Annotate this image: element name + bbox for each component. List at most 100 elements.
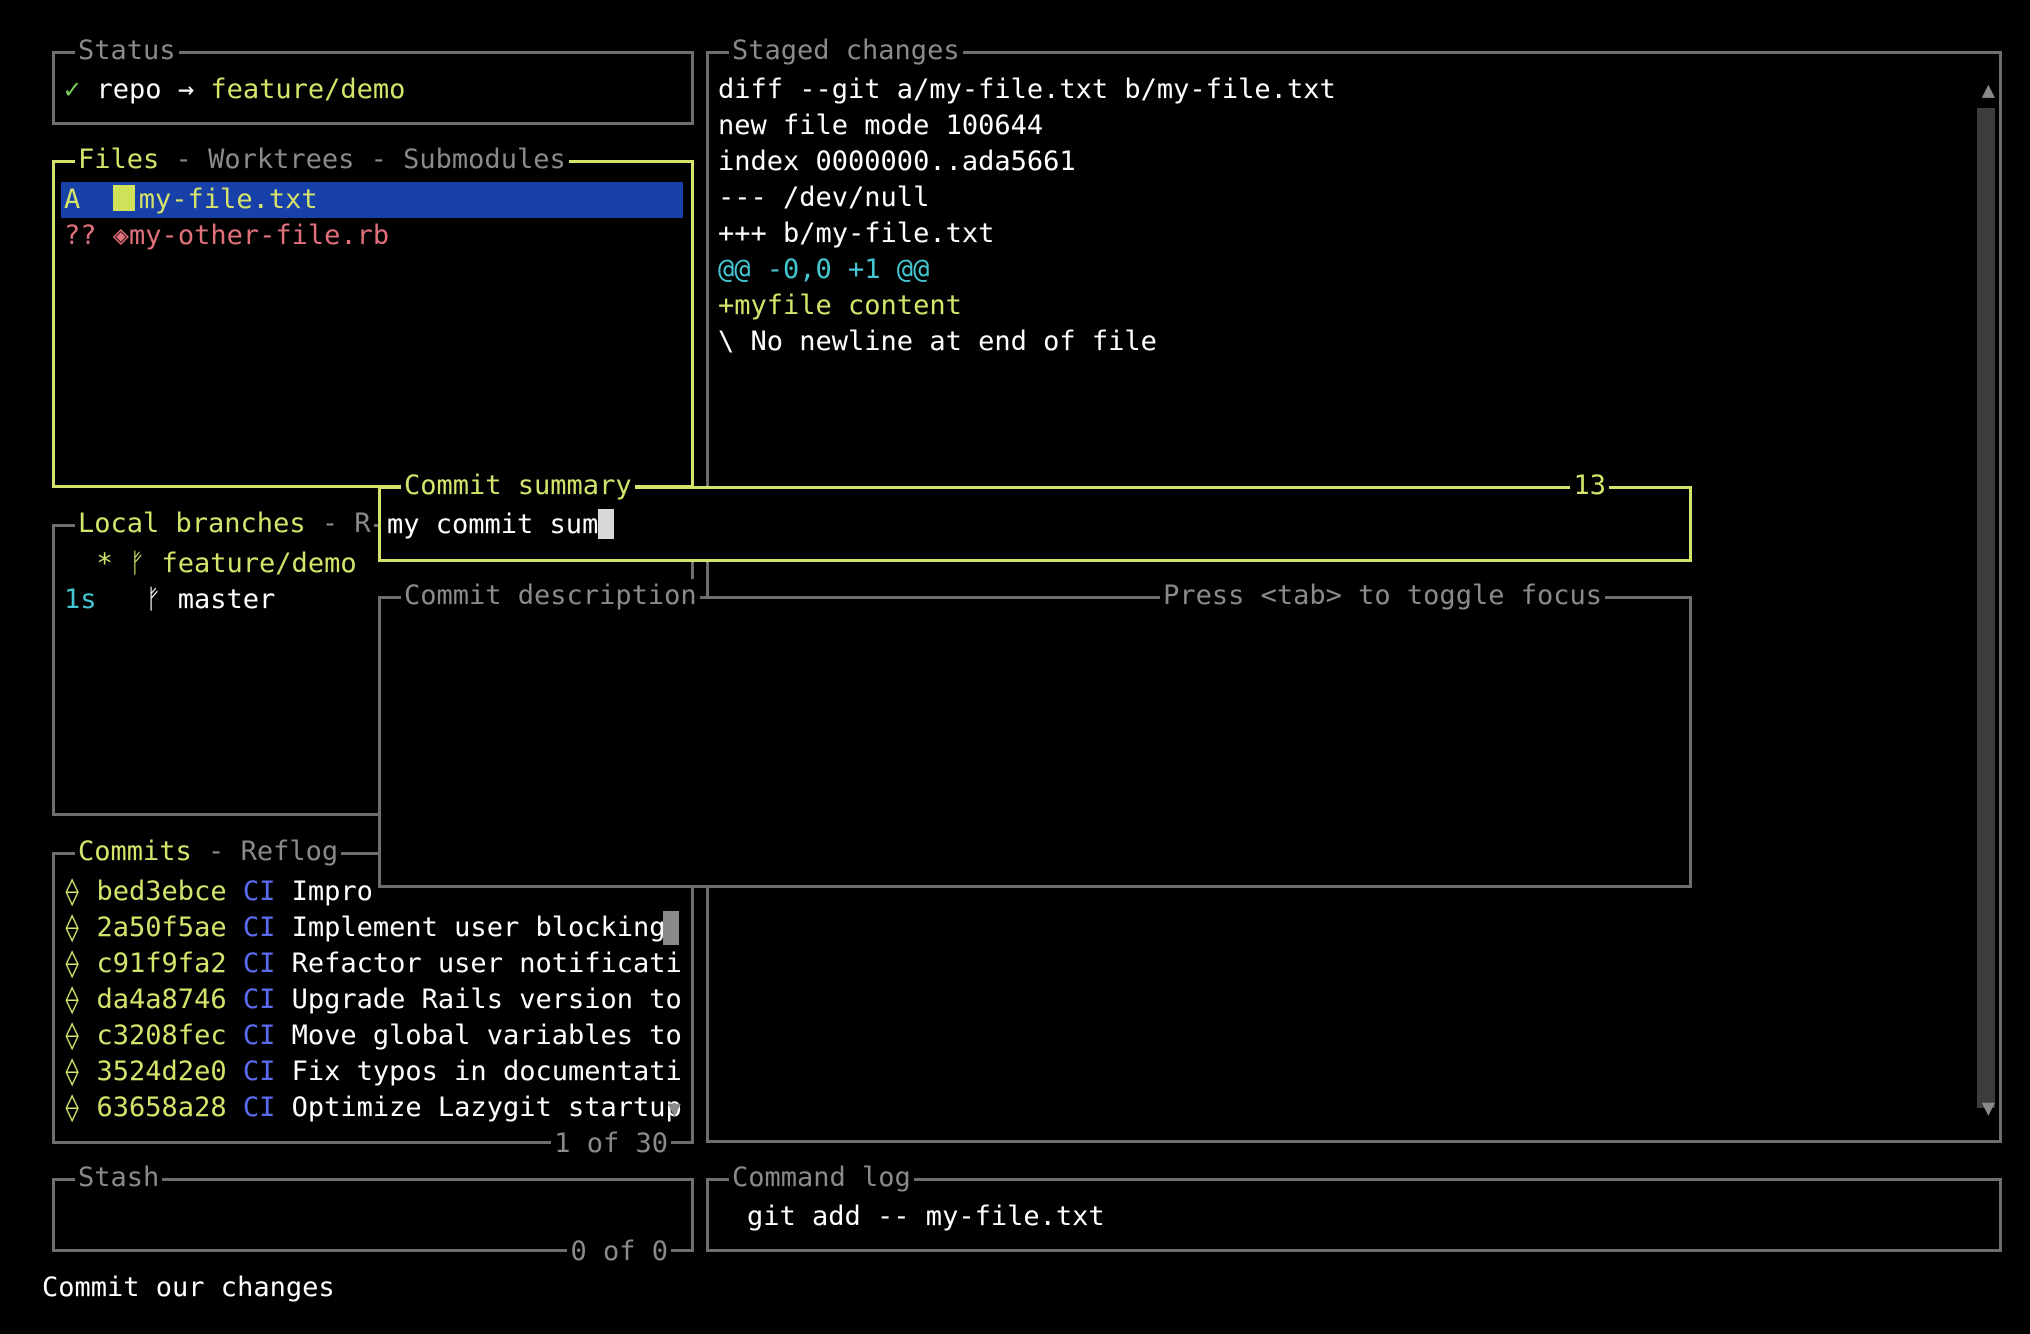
commit-summary-value: my commit sum [387, 509, 599, 540]
check-icon: ✓ [64, 74, 81, 105]
commit-icon: ⟠ [64, 1020, 81, 1051]
branch-item-master[interactable]: 1s ᚠ master [64, 582, 275, 618]
commit-summary-char-count: 13 [1570, 469, 1609, 503]
scroll-down-arrow-icon[interactable]: ▼ [1982, 1098, 1995, 1120]
diff-scrollbar[interactable] [1977, 108, 1995, 1108]
repo-name: repo [96, 74, 162, 105]
commit-hash: 2a50f5ae [96, 912, 227, 943]
commit-tag: CI [242, 948, 276, 979]
branch-item-feature-demo[interactable]: * ᚠ feature/demo [64, 546, 357, 582]
commit-tag: CI [242, 1056, 276, 1087]
diff-line: new file mode 100644 [718, 110, 1044, 141]
tab-commits[interactable]: Commits [78, 836, 192, 867]
commit-row[interactable]: ⟠ bed3ebce CI Impro [64, 874, 373, 910]
commit-icon: ⟠ [64, 1092, 81, 1123]
commit-message: Refactor user notificati [291, 948, 682, 979]
file-name: my-other-file.rb [129, 220, 390, 251]
scroll-down-arrow-icon[interactable]: ▼ [668, 1099, 681, 1121]
commit-tag: CI [242, 1020, 276, 1051]
commit-hash: c3208fec [96, 1020, 227, 1051]
tab-remotes[interactable]: R [354, 508, 370, 539]
commit-row[interactable]: ⟠ c3208fec CI Move global variables to [64, 1018, 682, 1054]
stash-footer: 0 of 0 [567, 1235, 671, 1269]
command-log-panel: Command log git add -- my-file.txt [706, 1161, 2002, 1252]
tab-reflog[interactable]: Reflog [241, 836, 339, 867]
commit-message: Fix typos in documentati [291, 1056, 682, 1087]
scroll-up-arrow-icon[interactable]: ▲ [1982, 80, 1995, 102]
commit-icon: ⟠ [64, 948, 81, 979]
commit-tag: CI [242, 912, 276, 943]
commit-row[interactable]: ⟠ 63658a28 CI Optimize Lazygit startup [64, 1090, 682, 1126]
arrow-icon: → [177, 74, 195, 105]
commit-hash: 63658a28 [96, 1092, 227, 1123]
tab-separator: - [305, 508, 355, 539]
status-line: ✓ repo → feature/demo [64, 72, 405, 108]
tab-separator: - [159, 144, 209, 175]
commit-message: Optimize Lazygit startup [291, 1092, 682, 1123]
commit-tag: CI [242, 1092, 276, 1123]
files-panel-tabs: Files - Worktrees - Submodules [75, 143, 569, 177]
tab-submodules[interactable]: Submodules [403, 144, 566, 175]
status-bar-message: Commit our changes [42, 1272, 335, 1303]
tab-worktrees[interactable]: Worktrees [208, 144, 354, 175]
commit-summary-panel[interactable]: Commit summary 13 my commit sum [378, 469, 1692, 562]
tab-separator: - [354, 144, 404, 175]
command-log-title: Command log [729, 1161, 914, 1195]
branch-prefix: * [64, 548, 113, 579]
status-panel[interactable]: Status ✓ repo → feature/demo [52, 34, 694, 125]
commit-description-panel[interactable]: Commit description Press <tab> to toggle… [378, 579, 1692, 888]
toggle-focus-hint: Press <tab> to toggle focus [1160, 579, 1605, 613]
commit-icon: ⟠ [64, 912, 81, 943]
commit-row[interactable]: ⟠ da4a8746 CI Upgrade Rails version to [64, 982, 682, 1018]
branch-icon: ᚠ [129, 548, 146, 579]
commit-message: Upgrade Rails version to [291, 984, 682, 1015]
commit-hash: c91f9fa2 [96, 948, 227, 979]
commits-panel-tabs: Commits - Reflog [75, 835, 342, 869]
commit-message: Move global variables to [291, 1020, 682, 1051]
diff-line: index 0000000..ada5661 [718, 146, 1076, 177]
text-cursor [598, 508, 615, 539]
branch-prefix: 1s [64, 584, 97, 615]
diff-hunk-header: @@ -0,0 +1 @@ [718, 254, 930, 285]
commit-row[interactable]: ⟠ 2a50f5ae CI Implement user blocking [64, 910, 682, 946]
commit-icon: ⟠ [64, 984, 81, 1015]
commit-summary-input[interactable]: my commit sum [387, 507, 615, 543]
commits-panel[interactable]: Commits - Reflog ⟠ bed3ebce CI Impro ⟠ 2… [52, 835, 694, 1161]
file-item-my-other-file[interactable]: ?? ◈my-other-file.rb [64, 218, 389, 254]
ruby-gem-icon: ◈ [112, 220, 130, 251]
command-log-entry: git add -- my-file.txt [747, 1201, 1105, 1232]
commit-tag: CI [242, 984, 276, 1015]
commits-footer: 1 of 30 [551, 1127, 671, 1161]
stash-panel[interactable]: Stash 0 of 0 [52, 1161, 694, 1269]
stash-panel-title: Stash [75, 1161, 163, 1195]
file-icon [112, 184, 135, 211]
file-status: ?? [64, 220, 97, 251]
commits-scrollbar-thumb[interactable] [663, 911, 679, 945]
file-item-my-file[interactable]: A my-file.txt [64, 182, 318, 218]
commit-summary-title: Commit summary [401, 469, 635, 503]
commit-hash: bed3ebce [96, 876, 227, 907]
tab-separator: - [191, 836, 241, 867]
file-status: A [64, 184, 81, 215]
tab-files[interactable]: Files [78, 144, 159, 175]
commit-row[interactable]: ⟠ 3524d2e0 CI Fix typos in documentati [64, 1054, 682, 1090]
diff-line: +++ b/my-file.txt [718, 218, 995, 249]
commit-row[interactable]: ⟠ c91f9fa2 CI Refactor user notificati [64, 946, 682, 982]
staged-changes-title: Staged changes [729, 34, 963, 68]
commit-message: Impro [291, 876, 373, 907]
commit-message: Implement user blocking [291, 912, 682, 943]
diff-line: diff --git a/my-file.txt b/my-file.txt [718, 74, 1336, 105]
commit-tag: CI [242, 876, 276, 907]
branch-name: master [177, 584, 276, 615]
commit-icon: ⟠ [64, 876, 81, 907]
file-name: my-file.txt [138, 184, 318, 215]
branches-panel-tabs: Local branches - R [75, 507, 374, 541]
branch-icon: ᚠ [145, 584, 162, 615]
branch-name: feature/demo [161, 548, 357, 579]
diff-line: \ No newline at end of file [718, 326, 1157, 357]
files-panel[interactable]: Files - Worktrees - Submodules A my-file… [52, 143, 694, 488]
diff-line: --- /dev/null [718, 182, 930, 213]
status-panel-title: Status [75, 34, 179, 68]
tab-local-branches[interactable]: Local branches [78, 508, 306, 539]
commit-icon: ⟠ [64, 1056, 81, 1087]
